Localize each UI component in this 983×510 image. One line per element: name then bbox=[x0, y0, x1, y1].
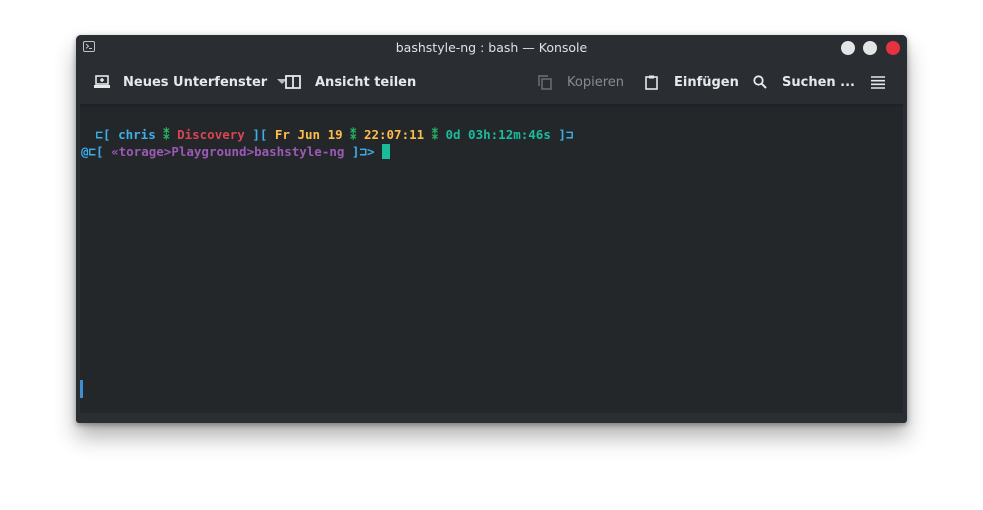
search-icon bbox=[753, 75, 767, 89]
paste-button[interactable]: Einfügen bbox=[645, 60, 739, 104]
hamburger-menu-icon bbox=[871, 75, 885, 89]
window-title: bashstyle-ng : bash — Konsole bbox=[395, 40, 588, 55]
prompt-bracket-mid: ][ bbox=[244, 127, 275, 142]
prompt-line-1: ⊏[ chris ⁑ Discovery ][ Fr Jun 19 ⁑ 22:0… bbox=[88, 127, 574, 143]
prompt-prefix: @⊏[ bbox=[81, 144, 112, 159]
prompt-host: Discovery bbox=[177, 127, 245, 142]
prompt-bracket-open: ⊏[ bbox=[88, 127, 119, 142]
prompt-line-2: @⊏[ «torage>Playground>bashstyle-ng ]⊐> bbox=[81, 144, 391, 160]
copy-button[interactable]: Kopieren bbox=[538, 60, 624, 104]
close-button[interactable] bbox=[886, 41, 900, 55]
prompt-suffix: ]⊐> bbox=[344, 144, 383, 159]
text-cursor bbox=[382, 144, 391, 159]
new-tab-button[interactable]: Neues Unterfenster bbox=[94, 60, 288, 104]
paste-label: Einfügen bbox=[674, 74, 739, 90]
prompt-bracket-close: ]⊐ bbox=[550, 127, 574, 142]
window-bottom-border bbox=[80, 413, 903, 419]
minimize-button[interactable] bbox=[841, 41, 855, 55]
prompt-uptime: 0d 03h:12m:46s bbox=[445, 127, 551, 142]
copy-icon bbox=[538, 74, 552, 90]
split-view-button[interactable]: Ansicht teilen bbox=[285, 60, 416, 104]
new-tab-label: Neues Unterfenster bbox=[123, 74, 268, 90]
scroll-position-marker[interactable] bbox=[80, 380, 83, 398]
prompt-separator: ⁑ bbox=[155, 127, 178, 142]
prompt-separator: ⁑ bbox=[424, 127, 446, 142]
copy-label: Kopieren bbox=[567, 74, 624, 90]
search-button[interactable]: Suchen ... bbox=[753, 60, 855, 104]
prompt-path: «torage>Playground>bashstyle-ng bbox=[111, 144, 345, 159]
hamburger-menu-button[interactable] bbox=[871, 60, 885, 104]
clipboard-icon bbox=[645, 75, 658, 90]
toolbar: Neues Unterfenster Ansicht teilen Kopier… bbox=[76, 60, 907, 104]
prompt-time: 22:07:11 bbox=[363, 127, 425, 142]
title-bar[interactable]: bashstyle-ng : bash — Konsole bbox=[76, 35, 907, 60]
split-view-icon bbox=[285, 75, 301, 89]
prompt-date: Fr Jun 19 bbox=[274, 127, 343, 142]
prompt-separator: ⁑ bbox=[342, 127, 364, 142]
new-tab-icon bbox=[94, 75, 110, 89]
terminal-view[interactable]: ⊏[ chris ⁑ Discovery ][ Fr Jun 19 ⁑ 22:0… bbox=[80, 107, 903, 413]
maximize-button[interactable] bbox=[863, 41, 877, 55]
search-label: Suchen ... bbox=[782, 74, 855, 90]
prompt-user: chris bbox=[118, 127, 156, 142]
konsole-window: bashstyle-ng : bash — Konsole Neues Unte… bbox=[76, 35, 907, 423]
split-view-label: Ansicht teilen bbox=[315, 74, 417, 90]
